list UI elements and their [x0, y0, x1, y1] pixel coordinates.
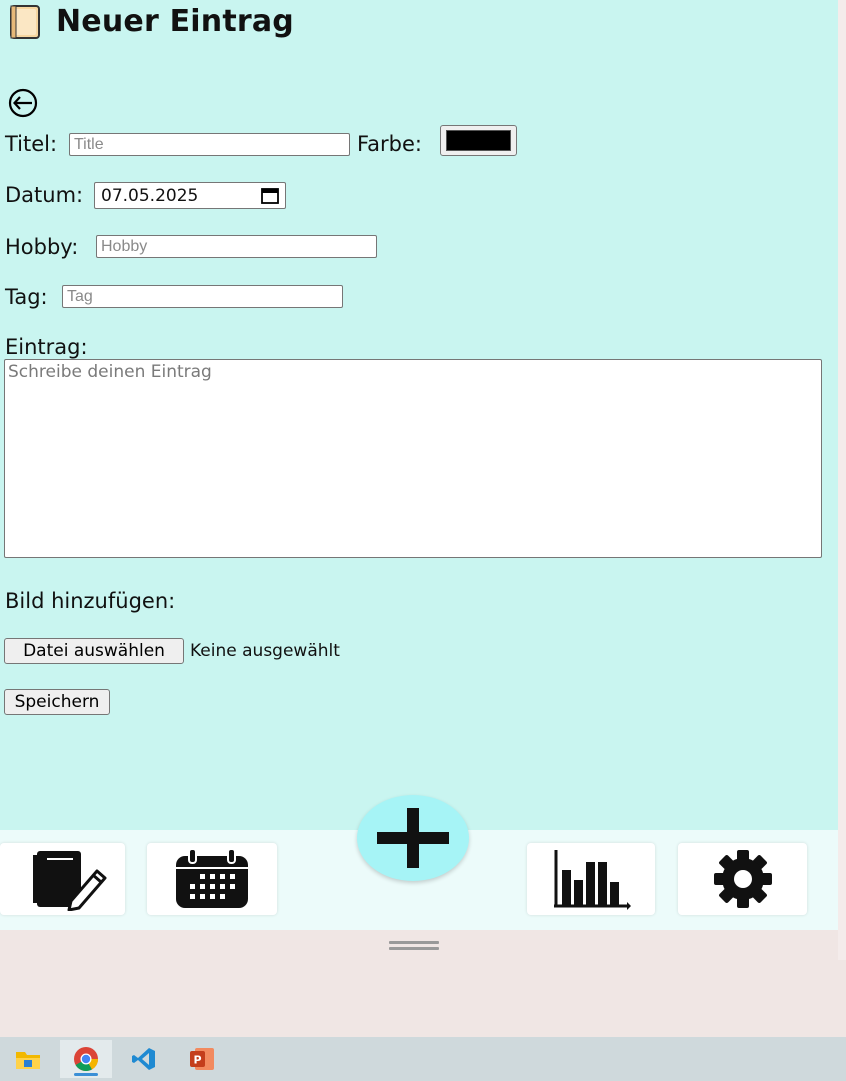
color-swatch: [446, 130, 511, 151]
calendar-icon: [176, 848, 248, 908]
color-picker[interactable]: [440, 125, 517, 156]
folder-icon: [16, 1052, 40, 1069]
title-label: Titel:: [5, 132, 58, 156]
date-value: 07.05.2025: [101, 185, 199, 206]
date-label: Datum:: [5, 183, 84, 207]
entry-textarea[interactable]: [4, 359, 822, 558]
taskbar-powerpoint[interactable]: P: [176, 1040, 228, 1078]
file-select-button[interactable]: Datei auswählen: [4, 638, 184, 664]
nav-calendar-button[interactable]: [147, 843, 277, 915]
back-arrow-icon[interactable]: [5, 88, 41, 118]
nav-settings-button[interactable]: [678, 843, 807, 915]
svg-text:P: P: [193, 1054, 201, 1067]
resize-handle[interactable]: [389, 941, 439, 951]
hobby-input[interactable]: [96, 235, 377, 258]
image-label: Bild hinzufügen:: [5, 589, 176, 613]
notebook-pen-icon: [32, 851, 106, 911]
plus-icon: [377, 808, 449, 868]
add-entry-button[interactable]: [357, 795, 469, 881]
chrome-icon: [74, 1047, 98, 1072]
nav-entries-button[interactable]: [0, 843, 125, 915]
taskbar-vscode[interactable]: [118, 1040, 170, 1078]
window-edge: [838, 0, 846, 960]
date-input[interactable]: 07.05.2025: [94, 182, 286, 209]
title-input[interactable]: [69, 133, 350, 156]
taskbar-chrome[interactable]: [60, 1040, 112, 1078]
save-button[interactable]: Speichern: [4, 689, 110, 715]
vscode-icon: [132, 1048, 155, 1070]
gear-icon: [713, 850, 772, 908]
calendar-picker-icon[interactable]: [261, 187, 279, 204]
file-status: Keine ausgewählt: [190, 641, 340, 661]
entry-label: Eintrag:: [5, 335, 88, 359]
header: Neuer Eintrag: [6, 4, 294, 39]
taskbar-file-explorer[interactable]: [2, 1040, 54, 1078]
tag-label: Tag:: [5, 285, 48, 309]
active-indicator: [74, 1073, 98, 1076]
nav-statistics-button[interactable]: [527, 843, 655, 915]
color-label: Farbe:: [357, 132, 422, 156]
app-window: Neuer Eintrag Titel: Farbe: Datum: 07.05…: [0, 0, 838, 830]
hobby-label: Hobby:: [5, 235, 79, 259]
powerpoint-icon: P: [190, 1048, 214, 1070]
tag-input[interactable]: [62, 285, 343, 308]
page-title: Neuer Eintrag: [56, 4, 294, 39]
bar-chart-icon: [554, 850, 631, 910]
taskbar: P: [0, 1037, 846, 1081]
notebook-icon: [10, 4, 40, 39]
